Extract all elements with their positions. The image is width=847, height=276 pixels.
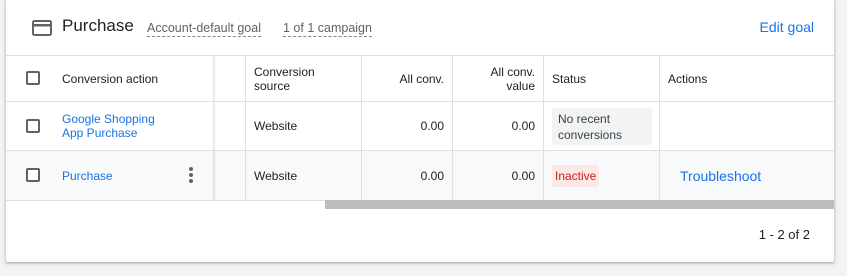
goal-header: Purchase Account-default goal 1 of 1 cam…: [6, 0, 834, 55]
column-header-all-conv-value[interactable]: All conv. value: [475, 65, 535, 93]
pagination-label: 1 - 2 of 2: [758, 227, 810, 242]
horizontal-scrollbar[interactable]: [325, 200, 834, 209]
column-header-actions: Actions: [668, 71, 708, 86]
table-row: Purchase Website 0.00 0.00 Inactive Trou…: [6, 150, 834, 201]
card-icon: [32, 20, 52, 36]
more-options-icon[interactable]: [187, 167, 195, 185]
conversion-source-cell: Website: [254, 168, 298, 183]
row-checkbox[interactable]: [26, 119, 40, 133]
all-conv-value-cell: 0.00: [511, 168, 535, 183]
select-all-checkbox[interactable]: [26, 71, 40, 85]
conversion-goal-card: Purchase Account-default goal 1 of 1 cam…: [6, 0, 834, 262]
conversion-action-link[interactable]: Google Shopping App Purchase: [62, 112, 162, 140]
all-conv-cell: 0.00: [420, 168, 444, 183]
row-checkbox[interactable]: [26, 168, 40, 182]
column-header-conversion-source[interactable]: Conversion source: [254, 65, 324, 93]
goal-title: Purchase: [62, 16, 134, 35]
all-conv-value-cell: 0.00: [511, 119, 535, 133]
column-header-all-conv[interactable]: All conv.: [400, 72, 444, 86]
troubleshoot-link[interactable]: Troubleshoot: [680, 168, 761, 184]
goal-type-label[interactable]: Account-default goal: [147, 21, 261, 37]
column-header-conversion-action[interactable]: Conversion action: [62, 72, 158, 86]
conversion-source-cell: Website: [254, 119, 298, 133]
conversion-action-link[interactable]: Purchase: [62, 169, 113, 183]
edit-goal-button[interactable]: Edit goal: [760, 19, 814, 35]
campaign-count-label[interactable]: 1 of 1 campaign: [283, 21, 372, 37]
table-header-row: Conversion action Conversion source All …: [6, 55, 834, 101]
table-row: Google Shopping App Purchase Website 0.0…: [6, 101, 834, 150]
all-conv-cell: 0.00: [420, 119, 444, 133]
status-badge: No recent conversions: [552, 107, 652, 145]
status-badge: Inactive: [552, 164, 600, 187]
column-header-status[interactable]: Status: [552, 72, 586, 86]
conversion-actions-table: Conversion action Conversion source All …: [6, 55, 834, 201]
